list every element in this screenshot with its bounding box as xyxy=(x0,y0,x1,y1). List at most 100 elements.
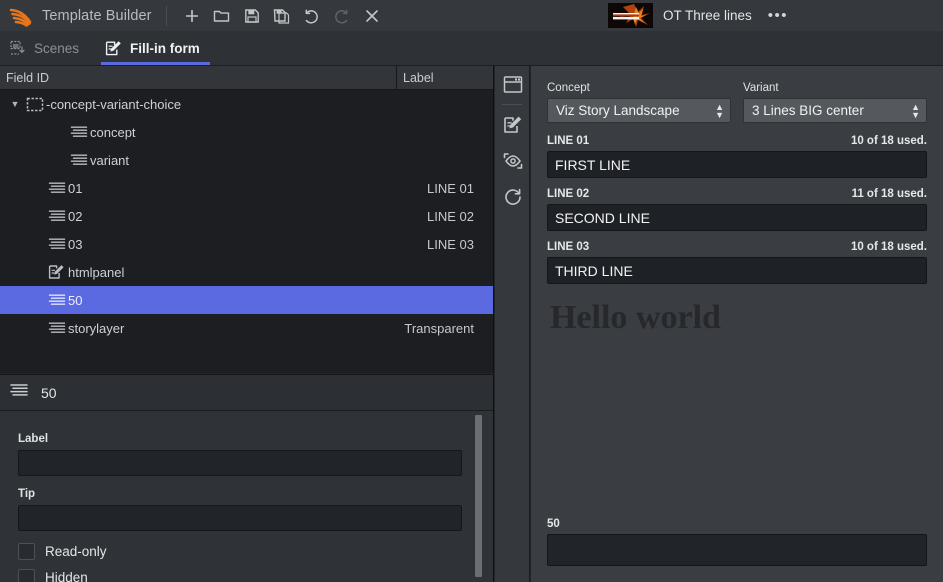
tree-row-name: storylayer xyxy=(68,320,125,336)
tree-row-variant[interactable]: variant xyxy=(0,146,493,174)
updown-arrows-icon: ▲ ▼ xyxy=(911,101,920,120)
line-name: LINE 01 xyxy=(547,135,590,147)
read-only-checkbox-row[interactable]: Read-only xyxy=(18,543,493,560)
variant-value: 3 Lines BIG center xyxy=(752,103,864,118)
template-thumbnail-icon xyxy=(608,3,653,28)
app-title: Template Builder xyxy=(42,7,152,24)
text-lines-icon xyxy=(46,321,68,335)
line-field-1: LINE 01 10 of 18 used. FIRST LINE xyxy=(547,135,927,178)
tree-row-name: 03 xyxy=(68,236,83,252)
line-input-1[interactable]: FIRST LINE xyxy=(547,151,927,178)
tree-row--concept-variant-choice[interactable]: ▼ -concept-variant-choice xyxy=(0,90,493,118)
concept-select[interactable]: Viz Story Landscape ▲ ▼ xyxy=(547,98,731,123)
fill-in-form-panel: Concept Viz Story Landscape ▲ ▼ Variant 3… xyxy=(531,66,943,582)
line-field-3: LINE 03 10 of 18 used. THIRD LINE xyxy=(547,241,927,284)
hidden-label: Hidden xyxy=(45,570,88,582)
line-fields: LINE 01 10 of 18 used. FIRST LINE LINE 02 11… xyxy=(547,135,927,284)
line-name: LINE 02 xyxy=(547,188,590,200)
tab-scenes[interactable]: Scenes xyxy=(0,31,95,65)
tree-row-name: 50 xyxy=(68,292,83,308)
edit-icon[interactable] xyxy=(495,107,530,143)
redo-button[interactable] xyxy=(327,3,357,29)
tab-bar: Scenes Fill-in form xyxy=(0,31,943,66)
tree-row-03[interactable]: 03 LINE 03 xyxy=(0,230,493,258)
column-header-field-id[interactable]: Field ID xyxy=(0,71,396,85)
html-panel-preview-text: Hello world xyxy=(550,299,721,336)
field-properties-panel: 50 Label Tip Read-only Hidden xyxy=(0,374,494,582)
read-only-checkbox[interactable] xyxy=(18,543,35,560)
text-lines-icon xyxy=(46,181,68,195)
toolbar-divider xyxy=(165,5,167,26)
undo-button[interactable] xyxy=(297,3,327,29)
read-only-label: Read-only xyxy=(45,544,107,559)
refresh-icon[interactable] xyxy=(495,179,530,215)
updown-arrows-icon: ▲ ▼ xyxy=(715,101,724,120)
line-header: LINE 03 10 of 18 used. xyxy=(547,241,927,253)
column-header-label[interactable]: Label xyxy=(397,71,493,85)
tree-row-50[interactable]: 50 xyxy=(0,286,493,314)
tip-input[interactable] xyxy=(18,505,462,531)
concept-label: Concept xyxy=(547,82,590,94)
tree-row-label: LINE 02 xyxy=(427,208,474,224)
properties-body: Label Tip Read-only Hidden xyxy=(0,411,493,582)
dashed-box-icon xyxy=(24,97,46,112)
properties-scrollbar-thumb[interactable] xyxy=(475,415,482,577)
tree-row-storylayer[interactable]: storylayer Transparent xyxy=(0,314,493,342)
preview-eye-icon[interactable] xyxy=(495,143,530,179)
line-header: LINE 01 10 of 18 used. xyxy=(547,135,927,147)
save-as-button[interactable] xyxy=(267,3,297,29)
open-button[interactable] xyxy=(207,3,237,29)
line-char-count: 11 of 18 used. xyxy=(851,188,927,200)
field-tree-panel: Field ID Label ▼ -concept-variant-choice c… xyxy=(0,65,494,373)
text-lines-icon xyxy=(46,293,68,307)
properties-header: 50 xyxy=(0,375,493,411)
concept-variant-row: Concept Viz Story Landscape ▲ ▼ Variant 3… xyxy=(547,82,927,123)
variant-label: Variant xyxy=(743,82,779,94)
text-lines-icon xyxy=(46,209,68,223)
tree-row-name: htmlpanel xyxy=(68,264,125,280)
line-field-2: LINE 02 11 of 18 used. SECOND LINE xyxy=(547,188,927,231)
properties-field-name: 50 xyxy=(41,384,57,401)
tree-row-02[interactable]: 02 LINE 02 xyxy=(0,202,493,230)
text-lines-icon xyxy=(68,153,90,167)
tree-row-name: -concept-variant-choice xyxy=(46,96,182,112)
document-chip: OT Three lines ••• xyxy=(608,3,788,28)
close-button[interactable] xyxy=(357,3,387,29)
tree-row-concept[interactable]: concept xyxy=(0,118,493,146)
panel-icon[interactable] xyxy=(495,66,530,102)
hidden-checkbox-row[interactable]: Hidden xyxy=(18,569,493,582)
line-value: FIRST LINE xyxy=(555,156,631,173)
text-lines-icon xyxy=(46,237,68,251)
line-char-count: 10 of 18 used. xyxy=(850,241,927,253)
overflow-menu-icon[interactable]: ••• xyxy=(768,7,788,24)
vizrt-swoosh-logo-icon xyxy=(8,4,36,28)
scenes-icon xyxy=(10,40,26,56)
hidden-checkbox[interactable] xyxy=(18,569,35,582)
tree-row-name: 02 xyxy=(68,208,83,224)
tab-fill-in-form[interactable]: Fill-in form xyxy=(95,31,216,65)
line-input-3[interactable]: THIRD LINE xyxy=(547,257,927,284)
field-50-group: 50 xyxy=(547,518,927,566)
concept-group: Concept Viz Story Landscape ▲ ▼ xyxy=(547,82,731,123)
line-header: LINE 02 11 of 18 used. xyxy=(547,188,927,200)
tree-row-name: variant xyxy=(90,152,130,168)
save-button[interactable] xyxy=(237,3,267,29)
tree-row-label: Transparent xyxy=(404,320,474,336)
line-char-count: 10 of 18 used. xyxy=(850,135,927,147)
tree-header: Field ID Label xyxy=(0,65,493,90)
label-input[interactable] xyxy=(18,450,462,476)
variant-group: Variant 3 Lines BIG center ▲ ▼ xyxy=(743,82,927,123)
variant-select[interactable]: 3 Lines BIG center ▲ ▼ xyxy=(743,98,927,123)
tab-scenes-label: Scenes xyxy=(34,40,80,56)
tree-row-01[interactable]: 01 LINE 01 xyxy=(0,174,493,202)
tree-row-label: LINE 01 xyxy=(427,180,474,196)
concept-value: Viz Story Landscape xyxy=(556,103,680,118)
rail-divider xyxy=(502,104,522,105)
new-button[interactable] xyxy=(177,3,207,29)
tree-row-label: LINE 03 xyxy=(427,236,474,252)
line-value: SECOND LINE xyxy=(555,209,650,226)
field-50-input[interactable] xyxy=(547,534,927,566)
tree-twisty-icon[interactable]: ▼ xyxy=(6,99,24,109)
tree-row-htmlpanel[interactable]: htmlpanel xyxy=(0,258,493,286)
line-input-2[interactable]: SECOND LINE xyxy=(547,204,927,231)
